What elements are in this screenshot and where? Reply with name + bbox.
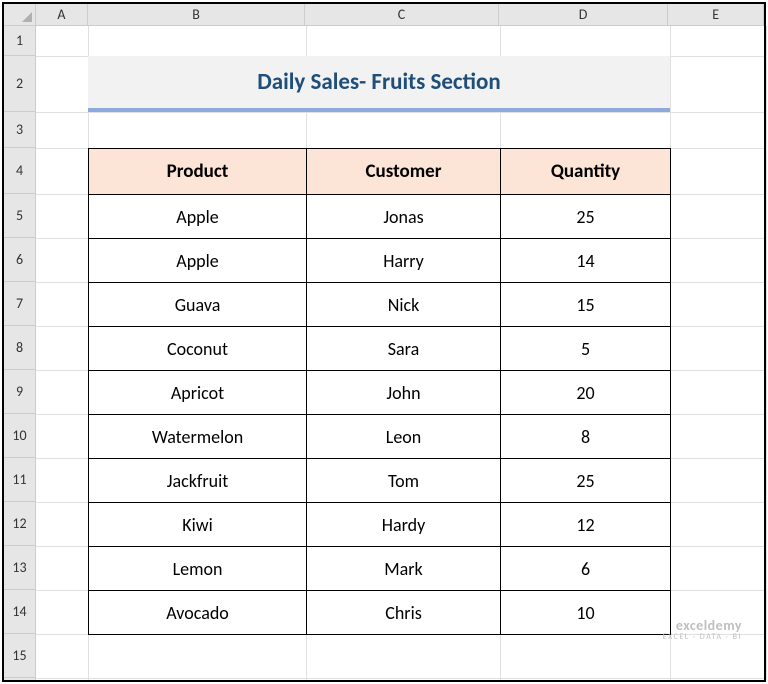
table-row: KiwiHardy12: [89, 503, 671, 547]
row-header-11[interactable]: 11: [4, 458, 35, 502]
table-row: GuavaNick15: [89, 283, 671, 327]
row-header-5[interactable]: 5: [4, 194, 35, 238]
row-header-1[interactable]: 1: [4, 26, 35, 56]
row-header-3[interactable]: 3: [4, 112, 35, 148]
table-header-row: ProductCustomerQuantity: [89, 149, 671, 195]
watermark: exceldemy EXCEL · DATA · BI: [663, 618, 742, 642]
table-cell[interactable]: Hardy: [307, 503, 501, 547]
table-cell[interactable]: 20: [501, 371, 671, 415]
table-cell[interactable]: Tom: [307, 459, 501, 503]
table-row: JackfruitTom25: [89, 459, 671, 503]
table-cell[interactable]: 6: [501, 547, 671, 591]
table-cell[interactable]: Avocado: [89, 591, 307, 635]
table-row: LemonMark6: [89, 547, 671, 591]
row-header-9[interactable]: 9: [4, 370, 35, 414]
row-header-14[interactable]: 14: [4, 590, 35, 634]
table-cell[interactable]: 15: [501, 283, 671, 327]
data-table: ProductCustomerQuantityAppleJonas25Apple…: [88, 148, 671, 635]
table-row: ApricotJohn20: [89, 371, 671, 415]
table-cell[interactable]: 10: [501, 591, 671, 635]
row-header-10[interactable]: 10: [4, 414, 35, 458]
column-header-D[interactable]: D: [499, 4, 669, 25]
table-cell[interactable]: Mark: [307, 547, 501, 591]
column-header-E[interactable]: E: [668, 4, 764, 25]
table-cell[interactable]: Apple: [89, 239, 307, 283]
table-header-cell[interactable]: Customer: [307, 149, 501, 195]
table-cell[interactable]: 5: [501, 327, 671, 371]
row-header-7[interactable]: 7: [4, 282, 35, 326]
title-cell[interactable]: Daily Sales- Fruits Section: [88, 56, 670, 112]
row-header-8[interactable]: 8: [4, 326, 35, 370]
table-cell[interactable]: Kiwi: [89, 503, 307, 547]
cell-grid[interactable]: Daily Sales- Fruits Section ProductCusto…: [36, 26, 764, 680]
table-cell[interactable]: Jackfruit: [89, 459, 307, 503]
table-cell[interactable]: Watermelon: [89, 415, 307, 459]
table-cell[interactable]: Nick: [307, 283, 501, 327]
table-cell[interactable]: 8: [501, 415, 671, 459]
select-all-button[interactable]: [4, 4, 36, 26]
table-cell[interactable]: 12: [501, 503, 671, 547]
table-cell[interactable]: 25: [501, 459, 671, 503]
table-cell[interactable]: Lemon: [89, 547, 307, 591]
column-header-B[interactable]: B: [88, 4, 305, 25]
row-header-4[interactable]: 4: [4, 148, 35, 194]
row-header-2[interactable]: 2: [4, 56, 35, 112]
table-cell[interactable]: 25: [501, 195, 671, 239]
watermark-main: exceldemy: [663, 618, 742, 633]
title-text: Daily Sales- Fruits Section: [257, 68, 500, 96]
table-row: AvocadoChris10: [89, 591, 671, 635]
row-header-13[interactable]: 13: [4, 546, 35, 590]
row-header-12[interactable]: 12: [4, 502, 35, 546]
table-cell[interactable]: 14: [501, 239, 671, 283]
table-cell[interactable]: Sara: [307, 327, 501, 371]
table-cell[interactable]: Chris: [307, 591, 501, 635]
table-cell[interactable]: Guava: [89, 283, 307, 327]
table-cell[interactable]: Jonas: [307, 195, 501, 239]
gridline-vertical: [766, 26, 767, 680]
table-row: WatermelonLeon8: [89, 415, 671, 459]
table-cell[interactable]: Apple: [89, 195, 307, 239]
table-row: AppleJonas25: [89, 195, 671, 239]
table-header-cell[interactable]: Quantity: [501, 149, 671, 195]
table-header-cell[interactable]: Product: [89, 149, 307, 195]
row-header-6[interactable]: 6: [4, 238, 35, 282]
table-row: CoconutSara5: [89, 327, 671, 371]
watermark-sub: EXCEL · DATA · BI: [663, 633, 742, 642]
table-cell[interactable]: Coconut: [89, 327, 307, 371]
table-cell[interactable]: Harry: [307, 239, 501, 283]
table-cell[interactable]: Apricot: [89, 371, 307, 415]
column-headers: ABCDE: [36, 4, 764, 26]
row-header-15[interactable]: 15: [4, 634, 35, 678]
gridline-horizontal: [36, 112, 764, 113]
table-row: AppleHarry14: [89, 239, 671, 283]
column-header-A[interactable]: A: [36, 4, 88, 25]
spreadsheet-frame: ABCDE 123456789101112131415 Daily Sales-…: [2, 2, 766, 682]
table-cell[interactable]: Leon: [307, 415, 501, 459]
gridline-horizontal: [36, 678, 764, 679]
column-header-C[interactable]: C: [305, 4, 498, 25]
table-cell[interactable]: John: [307, 371, 501, 415]
row-headers: 123456789101112131415: [4, 26, 36, 680]
